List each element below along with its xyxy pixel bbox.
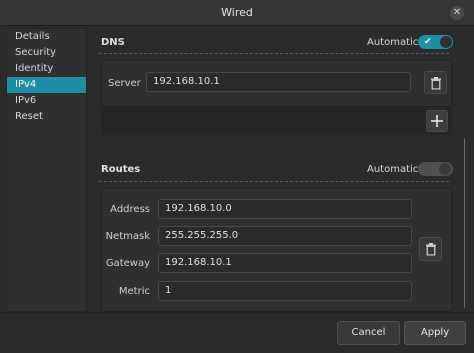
dns-add-row	[101, 107, 452, 135]
trash-icon	[430, 76, 441, 89]
window-title: Wired	[221, 6, 253, 19]
delete-route-button[interactable]	[419, 237, 442, 261]
routes-automatic-label: Automatic	[367, 164, 419, 175]
dns-automatic-toggle[interactable]: ✔	[418, 35, 453, 49]
dns-server-panel: Server 192.168.10.1	[101, 60, 452, 107]
sidebar-item-security[interactable]: Security	[7, 45, 86, 61]
netmask-label: Netmask	[105, 231, 150, 242]
toggle-knob	[440, 36, 452, 48]
routes-automatic-toggle[interactable]	[418, 162, 453, 176]
add-dns-server-button[interactable]	[426, 110, 448, 132]
sidebar-item-ipv4[interactable]: IPv4	[7, 77, 86, 93]
trash-icon	[425, 243, 436, 256]
sidebar-item-details[interactable]: Details	[7, 29, 86, 45]
dialog-footer: Cancel Apply	[0, 312, 474, 353]
cancel-button[interactable]: Cancel	[337, 321, 400, 345]
routes-section-title: Routes	[101, 164, 141, 175]
dns-section-title: DNS	[101, 37, 125, 48]
dns-automatic-label: Automatic	[367, 37, 419, 48]
check-icon: ✔	[424, 37, 432, 47]
route-gateway-input[interactable]: 192.168.10.1	[158, 253, 412, 273]
dns-server-input[interactable]: 192.168.10.1	[146, 72, 411, 92]
sidebar-item-ipv6[interactable]: IPv6	[7, 93, 86, 109]
delete-dns-server-button[interactable]	[424, 71, 447, 94]
ipv4-settings-pane: DNS Automatic ✔ Server 192.168.10.1 Rout…	[93, 28, 465, 312]
divider	[99, 181, 449, 182]
sidebar-item-identity[interactable]: Identity	[7, 61, 86, 77]
sidebar: Details Security Identity IPv4 IPv6 Rese…	[6, 28, 87, 312]
server-label: Server	[108, 78, 141, 89]
title-bar: Wired ✕	[0, 0, 474, 26]
vertical-scrollbar[interactable]	[464, 138, 465, 308]
gateway-label: Gateway	[105, 258, 150, 269]
route-address-input[interactable]: 192.168.10.0	[158, 199, 412, 219]
route-metric-input[interactable]: 1	[158, 281, 412, 301]
routes-panel: Address 192.168.10.0 Netmask 255.255.255…	[101, 188, 452, 312]
apply-button[interactable]: Apply	[404, 321, 466, 345]
divider	[99, 53, 449, 54]
plus-icon	[431, 115, 443, 127]
sidebar-item-reset[interactable]: Reset	[7, 109, 86, 125]
toggle-knob	[439, 163, 451, 175]
metric-label: Metric	[118, 286, 150, 297]
close-icon[interactable]: ✕	[450, 6, 464, 20]
route-netmask-input[interactable]: 255.255.255.0	[158, 226, 412, 246]
address-label: Address	[110, 204, 150, 215]
